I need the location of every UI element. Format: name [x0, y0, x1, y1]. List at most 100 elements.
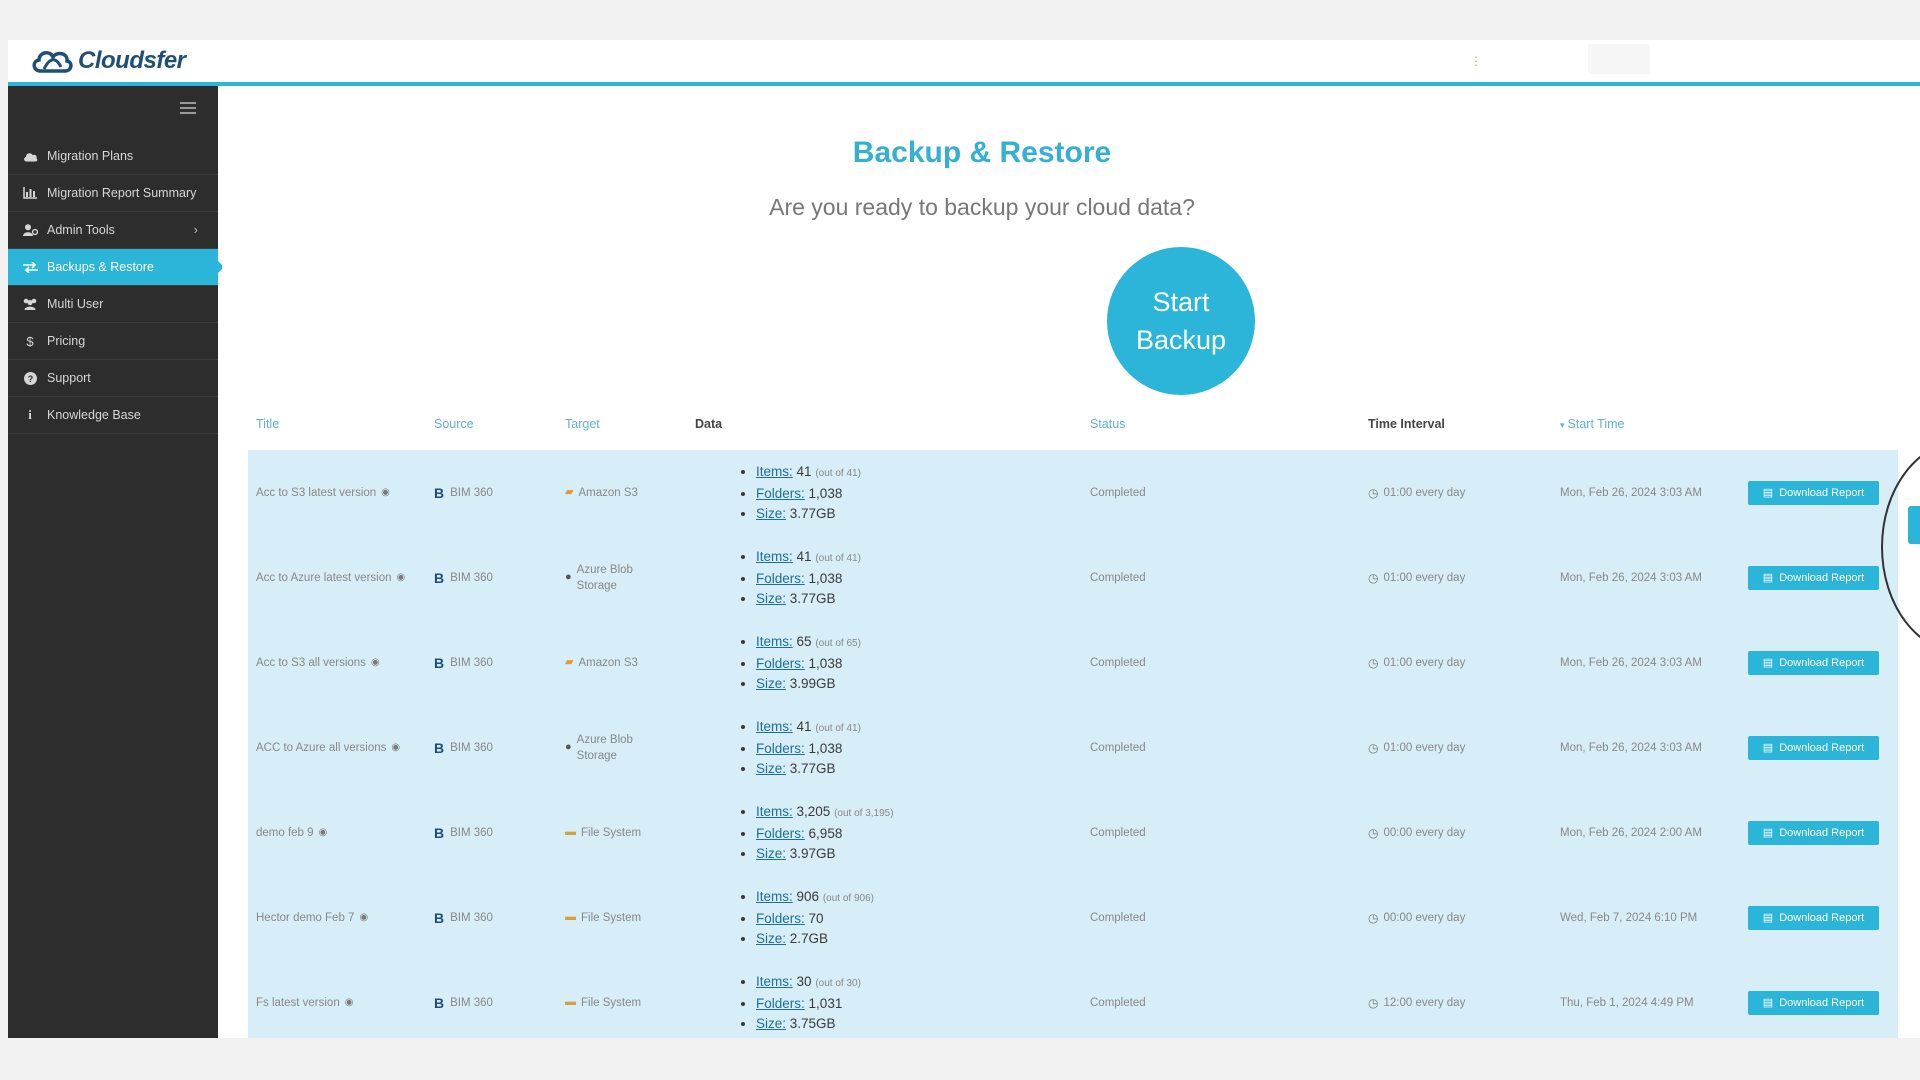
eye-icon[interactable]: ◉ — [359, 912, 368, 923]
download-report-button[interactable]: ▤ Download Report — [1748, 735, 1879, 760]
row-action-cell: ▤ Download Report — [1748, 875, 1879, 960]
column-header-source[interactable]: Source — [434, 417, 474, 431]
row-target-cell: ▰ Amazon S3 — [565, 450, 657, 535]
row-title: Acc to Azure latest version — [256, 571, 392, 584]
download-report-label: Download Report — [1779, 911, 1865, 924]
folders-link[interactable]: Folders: — [756, 911, 805, 926]
table-row: Hector demo Feb 7 ◉ B BIM 360 ▬ File System It… — [248, 875, 1898, 960]
download-report-button[interactable]: ▤ Download Report — [1748, 905, 1879, 930]
items-link[interactable]: Items: — [756, 974, 793, 989]
row-interval: 01:00 every day — [1383, 571, 1466, 584]
clock-icon: ◷ — [1368, 485, 1379, 500]
row-interval-cell: ◷ 00:00 every day — [1368, 875, 1465, 960]
row-start-cell: Thu, Feb 1, 2024 4:49 PM — [1560, 960, 1694, 1038]
row-target: Amazon S3 — [578, 656, 638, 669]
folders-link[interactable]: Folders: — [756, 741, 805, 756]
row-interval-cell: ◷ 00:00 every day — [1368, 790, 1465, 875]
folders-link[interactable]: Folders: — [756, 826, 805, 841]
eye-icon[interactable]: ◉ — [391, 742, 400, 753]
row-data-cell: Items: 41 (out of 41)Folders: 1,038Size:… — [738, 535, 861, 620]
size-link[interactable]: Size: — [756, 676, 786, 691]
items-link[interactable]: Items: — [756, 549, 793, 564]
folders-link[interactable]: Folders: — [756, 571, 805, 586]
user-gear-icon — [22, 223, 38, 237]
sidebar-item-backups-restore[interactable]: Backups & Restore — [8, 249, 224, 286]
items-out-of: (out of 906) — [822, 892, 874, 904]
sidebar-item-knowledge-base[interactable]: i Knowledge Base — [8, 397, 218, 434]
row-source: BIM 360 — [450, 571, 493, 584]
data-folders: Folders: 1,038 — [756, 569, 861, 589]
row-data-cell: Items: 65 (out of 65) Folders: 1,038 Size:… — [738, 620, 861, 705]
row-status-cell: Completed — [1090, 705, 1146, 790]
table-row: demo feb 9 ◉ B BIM 360 ▬ File System Items: 3,… — [248, 790, 1898, 875]
eye-icon[interactable]: ◉ — [381, 487, 390, 498]
size-link[interactable]: Size: — [756, 506, 786, 521]
items-link[interactable]: Items: — [756, 804, 793, 819]
row-interval: 01:00 every day — [1383, 656, 1466, 669]
sidebar-item-migration-report-summary[interactable]: Migration Report Summary — [8, 175, 218, 212]
side-action-button[interactable] — [1908, 506, 1920, 544]
data-list: Items: 65 (out of 65) Folders: 1,038 Size:… — [738, 632, 861, 694]
download-report-label: Download Report — [1779, 996, 1865, 1009]
page-subtitle: Are you ready to backup your cloud data? — [769, 194, 1195, 220]
size-link[interactable]: Size: — [756, 1016, 786, 1031]
size-link[interactable]: Size: — [756, 761, 786, 776]
eye-icon[interactable]: ◉ — [345, 997, 354, 1008]
items-value: 65 — [796, 633, 812, 649]
sidebar-item-label: Support — [47, 371, 91, 385]
size-value: 3.97GB — [789, 845, 836, 861]
row-title-cell: Acc to S3 latest version ◉ — [256, 450, 390, 535]
notification-indicator-icon[interactable]: ⋮ — [1470, 54, 1482, 68]
logo-text: Cloudsfer — [78, 47, 186, 74]
column-header-target[interactable]: Target — [565, 417, 600, 431]
row-interval: 01:00 every day — [1383, 741, 1466, 754]
azure-blob-icon: ● — [565, 741, 572, 753]
items-link[interactable]: Items: — [756, 889, 793, 904]
size-link[interactable]: Size: — [756, 931, 786, 946]
user-menu-placeholder[interactable] — [1588, 44, 1650, 74]
download-report-button[interactable]: ▤ Download Report — [1748, 820, 1879, 845]
folders-link[interactable]: Folders: — [756, 486, 805, 501]
download-report-button[interactable]: ▤ Download Report — [1748, 990, 1879, 1015]
items-out-of: (out of 3,195) — [834, 807, 894, 819]
row-source-cell: B BIM 360 — [434, 535, 493, 620]
eye-icon[interactable]: ◉ — [397, 572, 406, 583]
items-link[interactable]: Items: — [756, 464, 793, 479]
page-title: Backup & Restore — [852, 136, 1112, 169]
eye-icon[interactable]: ◉ — [319, 827, 328, 838]
folders-link[interactable]: Folders: — [756, 996, 805, 1011]
size-link[interactable]: Size: — [756, 846, 786, 861]
row-target-cell: ● Azure Blob Storage — [565, 535, 657, 620]
question-icon: ? — [22, 371, 38, 385]
download-report-button[interactable]: ▤ Download Report — [1748, 480, 1879, 505]
sidebar-item-multi-user[interactable]: Multi User — [8, 286, 218, 323]
folders-value: 1,038 — [808, 655, 843, 671]
sidebar-item-migration-plans[interactable]: Migration Plans — [8, 138, 218, 175]
start-backup-button[interactable]: Start Backup — [1107, 247, 1255, 395]
row-start-time: Mon, Feb 26, 2024 3:03 AM — [1560, 486, 1702, 499]
start-backup-label-line2: Backup — [1135, 325, 1227, 355]
data-size: Size: 2.7GB — [756, 929, 874, 949]
items-out-of: (out of 65) — [815, 637, 861, 649]
download-report-button[interactable]: ▤ Download Report — [1748, 650, 1879, 675]
column-header-status[interactable]: Status — [1090, 417, 1125, 431]
eye-icon[interactable]: ◉ — [371, 657, 380, 668]
bar-chart-icon — [22, 186, 38, 200]
cloudsfer-logo[interactable]: Cloudsfer — [30, 45, 186, 77]
cloud-icon — [22, 149, 38, 163]
azure-blob-icon: ● — [565, 571, 572, 583]
column-header-title[interactable]: Title — [256, 417, 279, 431]
hamburger-menu-icon[interactable] — [180, 102, 196, 114]
sidebar-item-support[interactable]: ? Support — [8, 360, 218, 397]
row-start-cell: Mon, Feb 26, 2024 3:03 AM — [1560, 620, 1702, 705]
sidebar-item-pricing[interactable]: $ Pricing — [8, 323, 218, 360]
size-link[interactable]: Size: — [756, 591, 786, 606]
items-link[interactable]: Items: — [756, 634, 793, 649]
bim360-logo-icon: B — [434, 569, 445, 586]
folders-link[interactable]: Folders: — [756, 656, 805, 671]
sidebar-item-admin-tools[interactable]: Admin Tools › — [8, 212, 218, 249]
column-header-start-time[interactable]: ▾ Start Time — [1560, 417, 1625, 431]
row-source-cell: B BIM 360 — [434, 875, 493, 960]
download-report-button[interactable]: ▤ Download Report — [1748, 565, 1879, 590]
items-link[interactable]: Items: — [756, 719, 793, 734]
